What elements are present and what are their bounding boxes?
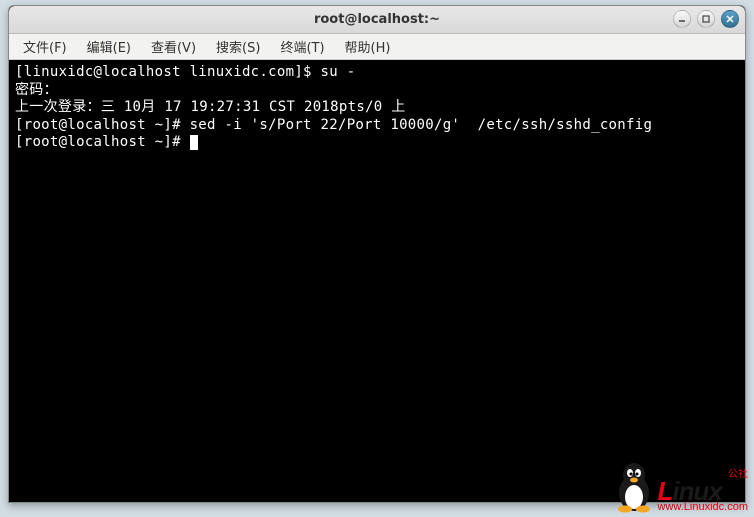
maximize-button[interactable] [697,10,715,28]
window-controls [673,10,739,28]
menu-view[interactable]: 查看(V) [143,34,204,59]
menubar: 文件(F) 编辑(E) 查看(V) 搜索(S) 终端(T) 帮助(H) [9,34,745,60]
terminal-output[interactable]: [linuxidc@localhost linuxidc.com]$ su - … [9,60,745,502]
menu-terminal[interactable]: 终端(T) [272,34,332,59]
terminal-line: [linuxidc@localhost linuxidc.com]$ su - [15,64,355,80]
terminal-cursor [190,135,198,150]
menu-edit[interactable]: 编辑(E) [79,34,139,59]
terminal-line: [root@localhost ~]# [15,134,190,150]
terminal-line: 上一次登录：三 10月 17 19:27:31 CST 2018pts/0 上 [15,99,406,115]
menu-file[interactable]: 文件(F) [15,34,75,59]
window-title: root@localhost:~ [314,12,440,27]
titlebar[interactable]: root@localhost:~ [9,6,745,34]
terminal-line: [root@localhost ~]# sed -i 's/Port 22/Po… [15,117,652,133]
menu-search[interactable]: 搜索(S) [208,34,268,59]
terminal-window: root@localhost:~ 文件(F) 编辑(E) 查看(V) 搜索(S)… [8,5,746,503]
terminal-line: 密码： [15,82,58,98]
close-button[interactable] [721,10,739,28]
menu-help[interactable]: 帮助(H) [337,34,399,59]
minimize-button[interactable] [673,10,691,28]
watermark-url: www.Linuxidc.com [658,502,748,513]
